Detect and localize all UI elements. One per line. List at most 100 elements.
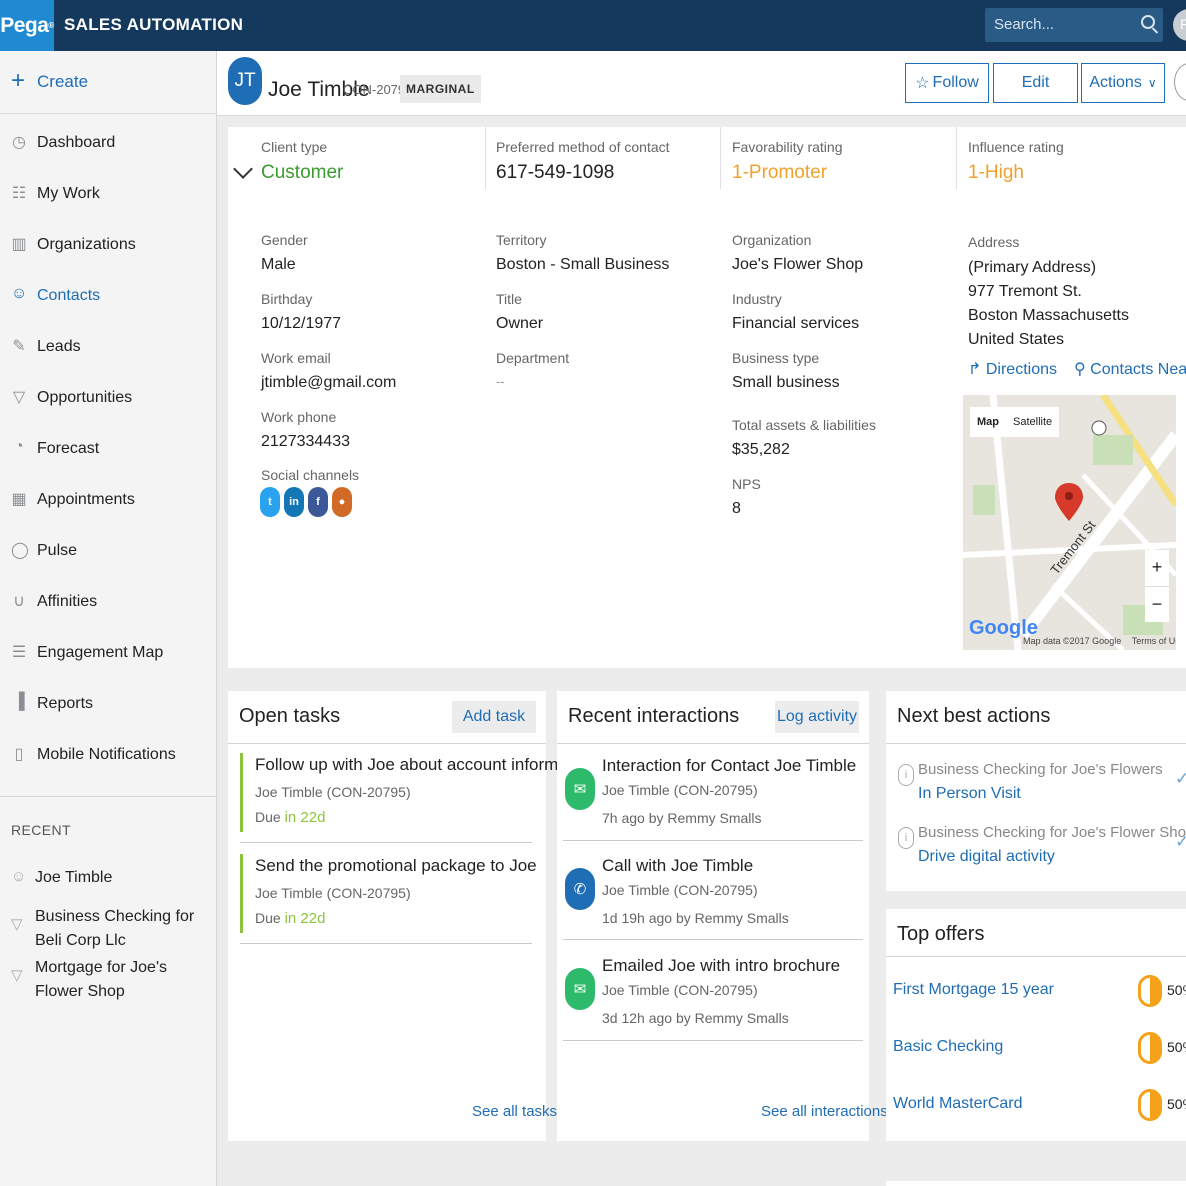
sidebar-item-dashboard[interactable]: ◷ Dashboard xyxy=(0,124,216,164)
interaction-item[interactable]: ✉ Interaction for Contact Joe Timble Joe… xyxy=(565,756,865,846)
contacts-nearby-link[interactable]: ⚲ Contacts Nearby xyxy=(1074,359,1186,379)
interaction-item[interactable]: ✆ Call with Joe Timble Joe Timble (CON-2… xyxy=(565,856,865,946)
field-value[interactable]: jtimble@gmail.com xyxy=(261,374,396,392)
info-icon[interactable]: i xyxy=(898,827,914,849)
map[interactable]: Map Satellite Tremont St + − Google Map … xyxy=(963,395,1176,650)
field-value[interactable]: 2127334433 xyxy=(261,433,350,451)
offer-item[interactable]: First Mortgage 15 year 50% xyxy=(893,975,1186,1007)
user-avatar[interactable]: R xyxy=(1173,9,1186,41)
satellite-tab[interactable]: Satellite xyxy=(1006,407,1059,437)
task-title[interactable]: Send the promotional package to Joe xyxy=(255,854,537,878)
location-icon[interactable]: ● xyxy=(332,487,352,517)
organization-link[interactable]: Joe's Flower Shop xyxy=(732,256,863,274)
field-label: Business type xyxy=(732,350,820,366)
contact-initials: JT xyxy=(228,57,262,105)
follow-button[interactable]: ☆ Follow xyxy=(905,63,989,103)
twitter-icon[interactable]: t xyxy=(260,487,280,517)
sidebar-item-label: Forecast xyxy=(37,440,100,457)
sidebar-item-label: Leads xyxy=(37,338,81,355)
recent-item-label: Joe Timble xyxy=(35,869,113,886)
linkedin-icon[interactable]: in xyxy=(284,487,304,517)
check-icon[interactable]: ✓ xyxy=(1175,769,1186,789)
field-social: Social channels xyxy=(261,467,359,483)
add-task-button[interactable]: Add task xyxy=(452,701,536,733)
create-button[interactable]: + Create xyxy=(0,51,216,114)
opportunities-icon: ▽ xyxy=(12,389,26,406)
map-tab[interactable]: Map xyxy=(970,407,1006,437)
field-label: Total assets & liabilities xyxy=(732,417,876,433)
nba-action-link[interactable]: Drive digital activity xyxy=(918,848,1055,866)
search-icon[interactable] xyxy=(1141,15,1155,29)
task-title[interactable]: Follow up with Joe about account informa… xyxy=(255,753,595,777)
facebook-icon[interactable]: f xyxy=(308,487,328,517)
card-title: Top offers xyxy=(897,923,985,945)
field-label: Title xyxy=(496,291,522,307)
directions-link[interactable]: ↱ Directions xyxy=(968,359,1057,379)
sidebar-item-mobile-notifications[interactable]: ▯ Mobile Notifications xyxy=(0,736,216,776)
sidebar-item-forecast[interactable]: ◔ Forecast xyxy=(0,430,216,470)
zoom-in-button[interactable]: + xyxy=(1145,550,1169,586)
interaction-title[interactable]: Emailed Joe with intro brochure xyxy=(602,956,840,976)
sidebar-item-engagement-map[interactable]: ☰ Engagement Map xyxy=(0,634,216,674)
interaction-title[interactable]: Call with Joe Timble xyxy=(602,856,753,876)
contact-summary: Client type Customer Preferred method of… xyxy=(228,127,1186,668)
affinities-icon: ∪ xyxy=(13,593,25,610)
kpi-divider xyxy=(485,127,486,189)
sidebar-item-pulse[interactable]: ◯ Pulse xyxy=(0,532,216,572)
sidebar-item-my-work[interactable]: ☷ My Work xyxy=(0,175,216,215)
nba-action-link[interactable]: In Person Visit xyxy=(918,785,1021,803)
field-value: 8 xyxy=(732,500,741,517)
actions-button[interactable]: Actions ∨ xyxy=(1081,63,1165,103)
sidebar-item-organizations[interactable]: ▥ Organizations xyxy=(0,226,216,266)
task-item[interactable]: Follow up with Joe about account informa… xyxy=(240,753,595,832)
field-label: Organization xyxy=(732,232,812,248)
offer-name-link[interactable]: Basic Checking xyxy=(893,1038,1003,1056)
field-work-phone: Work phone 2127334433 xyxy=(261,409,350,451)
email-icon: ✉ xyxy=(565,768,595,810)
kpi-value: 1-High xyxy=(968,162,1024,183)
log-activity-button[interactable]: Log activity xyxy=(775,701,859,733)
terms-link[interactable]: Terms of Use xyxy=(1132,636,1176,646)
sidebar-item-affinities[interactable]: ∪ Affinities xyxy=(0,583,216,623)
sidebar-item-appointments[interactable]: ▦ Appointments xyxy=(0,481,216,521)
sidebar-item-label: Appointments xyxy=(37,491,135,508)
info-icon[interactable]: i xyxy=(898,764,914,786)
contact-avatar: JT xyxy=(228,57,262,105)
card-title: Recent interactions xyxy=(568,705,740,727)
pin-icon: ⚲ xyxy=(1074,361,1086,378)
sidebar-item-leads[interactable]: ✎ Leads xyxy=(0,328,216,368)
offer-item[interactable]: World MasterCard 50% xyxy=(893,1089,1186,1121)
interaction-item[interactable]: ✉ Emailed Joe with intro brochure Joe Ti… xyxy=(565,956,865,1046)
social-channels: t in f ● xyxy=(260,487,352,517)
field-title: Title Owner xyxy=(496,291,543,333)
zoom-out-button[interactable]: − xyxy=(1145,586,1169,622)
task-item[interactable]: Send the promotional package to Joe Joe … xyxy=(240,854,537,933)
offer-propensity: 50% xyxy=(1167,982,1186,998)
dashboard-icon: ◷ xyxy=(12,134,26,151)
offer-name-link[interactable]: World MasterCard xyxy=(893,1095,1023,1113)
field-value: Male xyxy=(261,256,296,273)
offer-name-link[interactable]: First Mortgage 15 year xyxy=(893,981,1054,999)
pega-logo[interactable]: Pega ® xyxy=(0,0,54,51)
see-all-interactions-link[interactable]: See all interactions xyxy=(761,1103,888,1120)
field-label: Gender xyxy=(261,232,308,248)
sidebar-item-contacts[interactable]: ☺ Contacts xyxy=(0,277,216,317)
see-all-tasks-link[interactable]: See all tasks xyxy=(472,1103,557,1120)
attribution-text: Map data ©2017 Google xyxy=(1023,636,1122,646)
field-value: -- xyxy=(496,374,505,389)
due-value: in 22d xyxy=(284,809,326,826)
open-tasks-card: Open tasks Add task Follow up with Joe a… xyxy=(228,691,595,1141)
edit-button[interactable]: Edit xyxy=(993,63,1078,103)
sidebar-item-reports[interactable]: ▐ Reports xyxy=(0,685,216,725)
check-icon[interactable]: ✓ xyxy=(1175,832,1186,852)
interaction-title[interactable]: Interaction for Contact Joe Timble xyxy=(602,756,856,776)
chat-icon[interactable] xyxy=(1174,63,1186,101)
offer-item[interactable]: Basic Checking 50% xyxy=(893,1032,1186,1064)
sidebar-item-opportunities[interactable]: ▽ Opportunities xyxy=(0,379,216,419)
card-divider xyxy=(886,956,1186,957)
chevron-down-icon[interactable] xyxy=(233,159,253,179)
kpi-divider xyxy=(720,127,721,189)
search-input[interactable]: Search... xyxy=(985,8,1163,42)
due-label: Due xyxy=(255,809,281,825)
address-line: 977 Tremont St. xyxy=(968,283,1082,300)
